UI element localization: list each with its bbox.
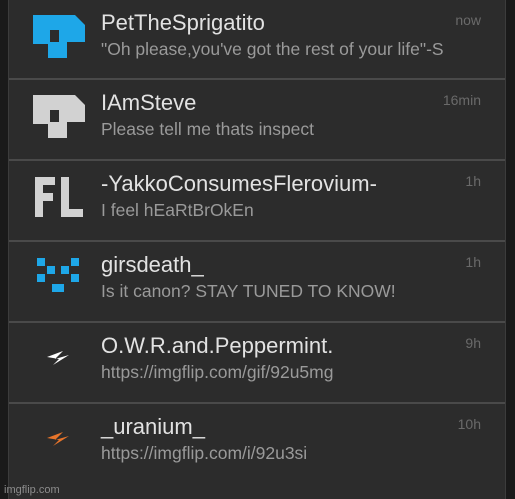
screenshot-frame: PetTheSprigatito "Oh please,you've got t… — [0, 0, 515, 499]
notification-item[interactable]: _uranium_ https://imgflip.com/i/92u3si 1… — [9, 404, 505, 488]
message-preview: I feel hEaRtBrOkEn — [101, 200, 254, 220]
timestamp: 1h — [465, 254, 481, 270]
notification-item[interactable]: O.W.R.and.Peppermint. https://imgflip.co… — [9, 323, 505, 404]
username: PetTheSprigatito — [101, 10, 265, 35]
message-preview: "Oh please,you've got the rest of your l… — [101, 39, 444, 59]
timestamp: 1h — [465, 173, 481, 189]
gray-block-icon — [33, 92, 85, 138]
timestamp: now — [455, 12, 481, 28]
username: _uranium_ — [101, 414, 205, 439]
notification-list: PetTheSprigatito "Oh please,you've got t… — [8, 0, 506, 499]
blue-pixel-face-icon — [33, 254, 85, 300]
fl-letters-icon — [33, 173, 85, 219]
timestamp: 10h — [457, 416, 481, 432]
message-preview: https://imgflip.com/gif/92u5mg — [101, 362, 334, 382]
message-preview: https://imgflip.com/i/92u3si — [101, 443, 308, 463]
message-preview: Is it canon? STAY TUNED TO KNOW! — [101, 281, 396, 301]
white-lightning-icon — [33, 335, 85, 381]
username: girsdeath_ — [101, 252, 204, 277]
notification-item[interactable]: -YakkoConsumesFlerovium- I feel hEaRtBrO… — [9, 161, 505, 242]
notification-item[interactable]: PetTheSprigatito "Oh please,you've got t… — [9, 0, 505, 80]
message-preview: Please tell me thats inspect — [101, 119, 315, 139]
timestamp: 16min — [442, 92, 481, 108]
blue-block-icon — [33, 12, 85, 58]
notification-item[interactable]: IAmSteve Please tell me thats inspect 16… — [9, 80, 505, 161]
timestamp: 9h — [465, 335, 481, 351]
username: IAmSteve — [101, 90, 197, 115]
username: -YakkoConsumesFlerovium- — [101, 171, 377, 196]
notification-item[interactable]: girsdeath_ Is it canon? STAY TUNED TO KN… — [9, 242, 505, 323]
username: O.W.R.and.Peppermint. — [101, 333, 334, 358]
imgflip-watermark: imgflip.com — [4, 484, 60, 496]
orange-lightning-icon — [33, 416, 85, 462]
